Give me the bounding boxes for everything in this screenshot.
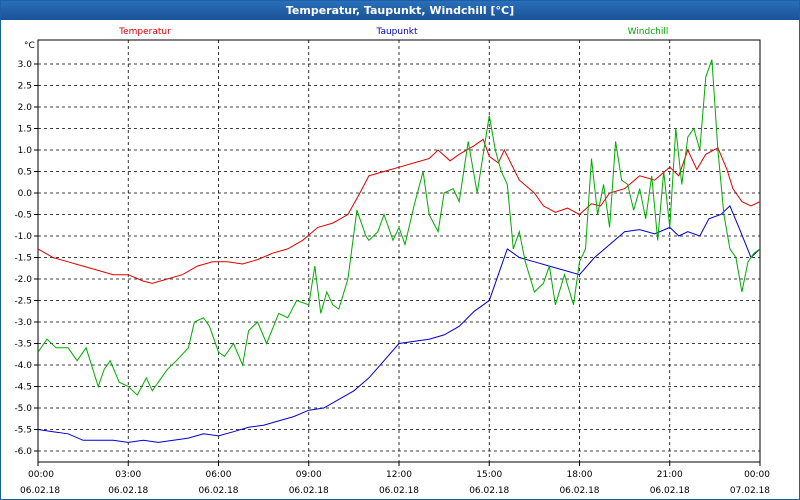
legend-windchill: Windchill: [628, 27, 669, 37]
y-tick-label: 0.0: [18, 189, 33, 199]
y-tick-label: -1.5: [14, 254, 32, 264]
x-tick-date: 06.02.18: [559, 486, 599, 496]
x-tick-time: 03:00: [115, 470, 141, 480]
y-tick-label: -3.5: [14, 340, 32, 350]
x-tick-date: 07.02.18: [730, 486, 770, 496]
legend: Temperatur Taupunkt Windchill: [118, 27, 668, 37]
y-tick-labels: 3.0 2.5 2.0 1.5 1.0 0.5 0.0 -0.5 -1.0 -1.5 -2.0 -2.…: [14, 60, 32, 457]
y-tick-label: -4.5: [14, 383, 32, 393]
x-tick-time: 00:00: [744, 470, 770, 480]
x-tick-date: 06.02.18: [379, 486, 419, 496]
x-tick-date: 06.02.18: [469, 486, 509, 496]
y-tick-label: -2.0: [14, 275, 32, 285]
y-tick-label: 1.0: [18, 146, 33, 156]
y-tick-label: -5.5: [14, 426, 32, 436]
x-tick-date: 06.02.18: [289, 486, 329, 496]
y-tick-label: 0.5: [18, 168, 32, 178]
x-tick-time: 21:00: [657, 470, 683, 480]
y-tick-label: -1.0: [14, 232, 32, 242]
y-tick-label: -6.0: [14, 447, 32, 457]
x-tick-time: 09:00: [296, 470, 322, 480]
x-tick-labels: 00:00 06.02.18 03:00 06.02.18 06:00 06.02.18 0…: [20, 470, 770, 496]
y-tick-label: -2.5: [14, 297, 32, 307]
y-tick-label: 1.5: [18, 125, 32, 135]
chart-svg: 3.0 2.5 2.0 1.5 1.0 0.5 0.0 -0.5 -1.0 -1.5 -2.0 -2.…: [14, 27, 770, 496]
y-tick-label: -3.0: [14, 318, 32, 328]
y-tick-label: -4.0: [14, 361, 32, 371]
x-tick-date: 06.02.18: [108, 486, 148, 496]
y-tick-label: 3.0: [18, 60, 33, 70]
y-tick-label: 2.0: [18, 103, 33, 113]
x-tick-date: 06.02.18: [650, 486, 690, 496]
y-tick-label: 2.5: [18, 82, 32, 92]
legend-temperatur: Temperatur: [118, 27, 171, 37]
x-tick-time: 12:00: [386, 470, 412, 480]
y-tick-label: -0.5: [14, 211, 32, 221]
x-tick-date: 06.02.18: [20, 486, 60, 496]
x-tick-time: 15:00: [476, 470, 502, 480]
x-tick-time: 06:00: [206, 470, 232, 480]
y-tick-label: -5.0: [14, 404, 32, 414]
x-tick-date: 06.02.18: [198, 486, 238, 496]
x-tick-time: 18:00: [567, 470, 593, 480]
y-axis-label: °C: [24, 41, 35, 51]
legend-taupunkt: Taupunkt: [375, 27, 418, 37]
x-tick-time: 00:00: [28, 470, 54, 480]
